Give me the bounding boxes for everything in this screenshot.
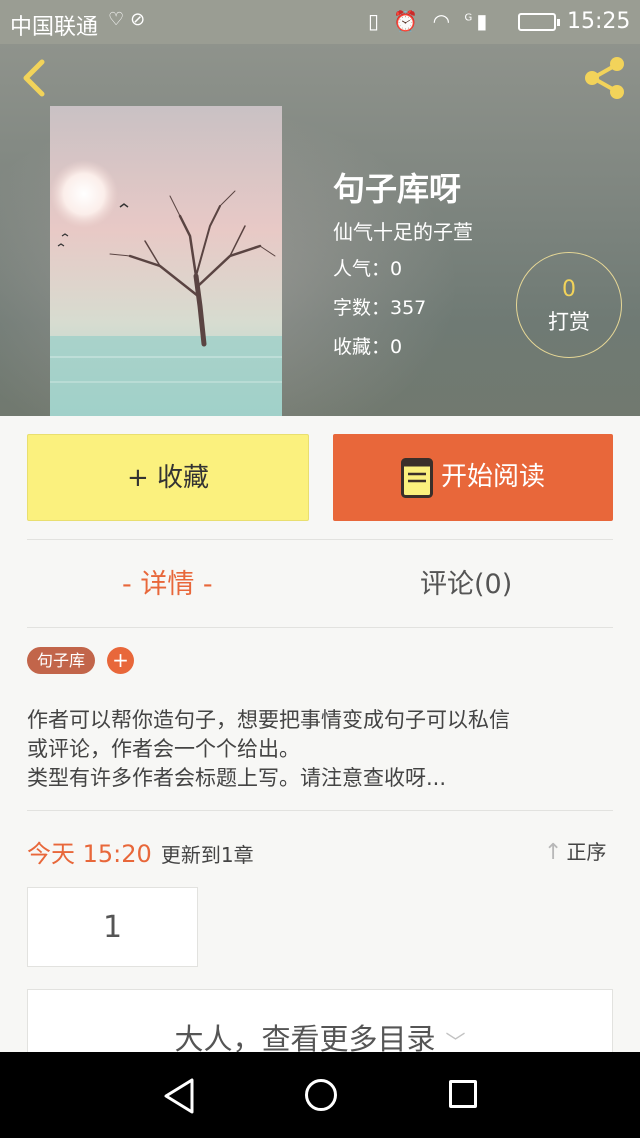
back-button[interactable] xyxy=(14,56,54,100)
ban-icon: ⊘ xyxy=(130,9,152,30)
home-circle-icon[interactable] xyxy=(305,1079,337,1111)
signal-icon: G▮ xyxy=(464,9,492,33)
system-nav-bar xyxy=(0,1052,640,1138)
start-reading-button[interactable]: 开始阅读 xyxy=(333,434,613,521)
divider xyxy=(27,627,613,628)
collect-button[interactable]: + 收藏 xyxy=(27,434,309,521)
sort-order-label: 正序 xyxy=(566,840,607,864)
more-catalog-label: 大人，查看更多目录 xyxy=(174,1022,436,1056)
vibrate-icon: ▯ xyxy=(368,9,384,33)
back-triangle-icon[interactable] xyxy=(160,1076,200,1116)
description-line: 类型有许多作者会标题上写。请注意查收呀... xyxy=(27,766,447,790)
update-info: 今天 15:20 更新到1章 xyxy=(27,834,254,868)
alarm-icon: ⏰ xyxy=(393,9,423,33)
description-line: 或评论，作者会一个个给出。 xyxy=(27,737,300,761)
chevron-down-icon: ﹀ xyxy=(445,1030,466,1054)
book-author[interactable]: 仙气十足的子萱 xyxy=(333,216,473,245)
popularity-stat: 人气：0 xyxy=(333,258,403,280)
tip-button[interactable]: 0 打赏 xyxy=(516,252,622,358)
tip-count: 0 xyxy=(562,277,576,302)
status-left-icons: ♡⊘ xyxy=(108,9,151,30)
tab-details[interactable]: - 详情 - xyxy=(122,560,213,610)
book-cover[interactable] xyxy=(50,106,282,416)
carrier-label: 中国联通 xyxy=(10,15,99,40)
book-icon xyxy=(401,458,433,498)
wifi-icon: ◠ xyxy=(432,9,455,33)
divider xyxy=(27,810,613,811)
add-tag-button[interactable]: + xyxy=(107,647,134,674)
favorites-stat: 收藏：0 xyxy=(333,336,403,358)
divider xyxy=(27,539,613,540)
sort-order-button[interactable]: ↑ 正序 xyxy=(544,836,606,865)
arrow-up-icon: ↑ xyxy=(544,840,563,865)
recent-square-icon[interactable] xyxy=(449,1080,477,1108)
start-reading-label: 开始阅读 xyxy=(441,462,546,492)
shield-icon: ♡ xyxy=(108,9,131,30)
update-time: 今天 15:20 xyxy=(27,840,152,868)
status-bar: 中国联通 ♡⊘ ▯ ⏰ ◠ G▮ 15:25 xyxy=(0,0,640,44)
battery-charging-icon xyxy=(518,13,560,31)
chevron-left-icon xyxy=(23,59,45,97)
cover-image xyxy=(50,106,282,416)
share-icon xyxy=(585,57,624,99)
tag-item[interactable]: 句子库 xyxy=(27,647,96,674)
description-line: 作者可以帮你造句子，想要把事情变成句子可以私信 xyxy=(27,708,510,732)
book-header: 句子库呀 仙气十足的子萱 人气：0 字数：357 收藏：0 0 打赏 xyxy=(0,44,640,416)
word-count-stat: 字数：357 xyxy=(333,297,427,319)
status-right-icons: ▯ ⏰ ◠ G▮ xyxy=(368,9,491,33)
chapter-item[interactable]: 1 xyxy=(27,887,198,967)
tip-label: 打赏 xyxy=(548,310,590,334)
status-time: 15:25 xyxy=(567,9,631,34)
book-description: 作者可以帮你造句子，想要把事情变成句子可以私信 或评论，作者会一个个给出。 类型… xyxy=(27,706,617,793)
share-button[interactable] xyxy=(580,54,628,102)
book-title: 句子库呀 xyxy=(333,170,462,208)
tab-comments[interactable]: 评论(0) xyxy=(420,560,512,610)
signal-label: G xyxy=(464,12,477,24)
update-note: 更新到1章 xyxy=(160,843,254,867)
